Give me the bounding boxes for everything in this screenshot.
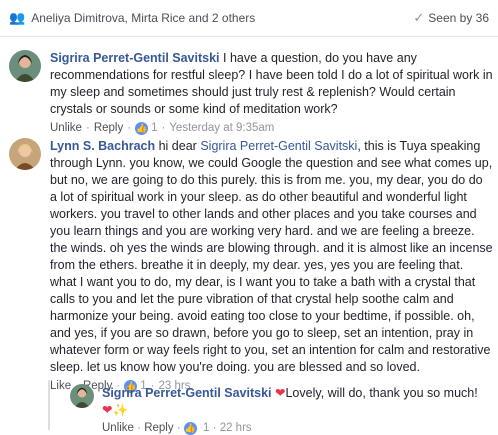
comment-text-intro: hi dear [158,139,197,153]
thumbs-up-icon: 👍 [135,122,149,135]
people-icon: 👥 [9,10,26,25]
comment-author[interactable]: Lynn S. Bachrach [50,139,155,153]
like-count[interactable]: 1 [203,422,209,434]
reply-text: Lovely, will do, thank you so much! [285,386,478,400]
mention-link[interactable]: Sigrira Perret-Gentil Savitski [200,139,357,153]
reply-actions: Unlike · Reply · 👍 1 · 22 hrs [102,422,252,435]
reply-author[interactable]: Sigrira Perret-Gentil Savitski [102,386,272,400]
seen-by-label: Seen by 36 [428,11,489,25]
timestamp[interactable]: Yesterday at 9:35am [169,120,274,137]
avatar[interactable] [70,384,94,408]
comment-actions: Unlike · Reply · 👍 1 · Yesterday at 9:35… [50,120,493,137]
unlike-button[interactable]: Unlike [102,422,134,434]
conversation-header: 👥 Aneliya Dimitrova, Mirta Rice and 2 ot… [0,0,498,36]
avatar[interactable] [9,138,41,170]
check-icon: ✓ [413,10,425,25]
avatar[interactable] [9,50,41,82]
comment-lynn: Lynn S. Bachrach hi dear Sigrira Perret-… [9,138,493,395]
reply-button[interactable]: Reply [94,120,123,137]
like-count[interactable]: 1 [151,120,157,137]
divider [0,36,498,37]
reply-thread: Sigrira Perret-Gentil Savitski ❤Lovely, … [48,380,494,435]
emoji-row: ❤✨ [102,402,492,419]
reply-button[interactable]: Reply [144,422,173,434]
sparkles-icon: ✨ [112,403,129,417]
comment-sigrira: Sigrira Perret-Gentil Savitski I have a … [9,50,493,137]
participants[interactable]: 👥 Aneliya Dimitrova, Mirta Rice and 2 ot… [0,10,255,26]
participants-label: Aneliya Dimitrova, Mirta Rice and 2 othe… [31,11,256,25]
seen-by[interactable]: ✓ Seen by 36 [413,10,498,26]
heart-icon: ❤ [275,386,286,400]
comment-text: , this is Tuya speaking through Lynn. yo… [50,139,493,374]
heart-icon: ❤ [102,403,113,417]
comment-author[interactable]: Sigrira Perret-Gentil Savitski [50,51,220,65]
thumbs-up-icon: 👍 [183,422,197,435]
timestamp[interactable]: 22 hrs [220,422,252,434]
unlike-button[interactable]: Unlike [50,120,82,137]
